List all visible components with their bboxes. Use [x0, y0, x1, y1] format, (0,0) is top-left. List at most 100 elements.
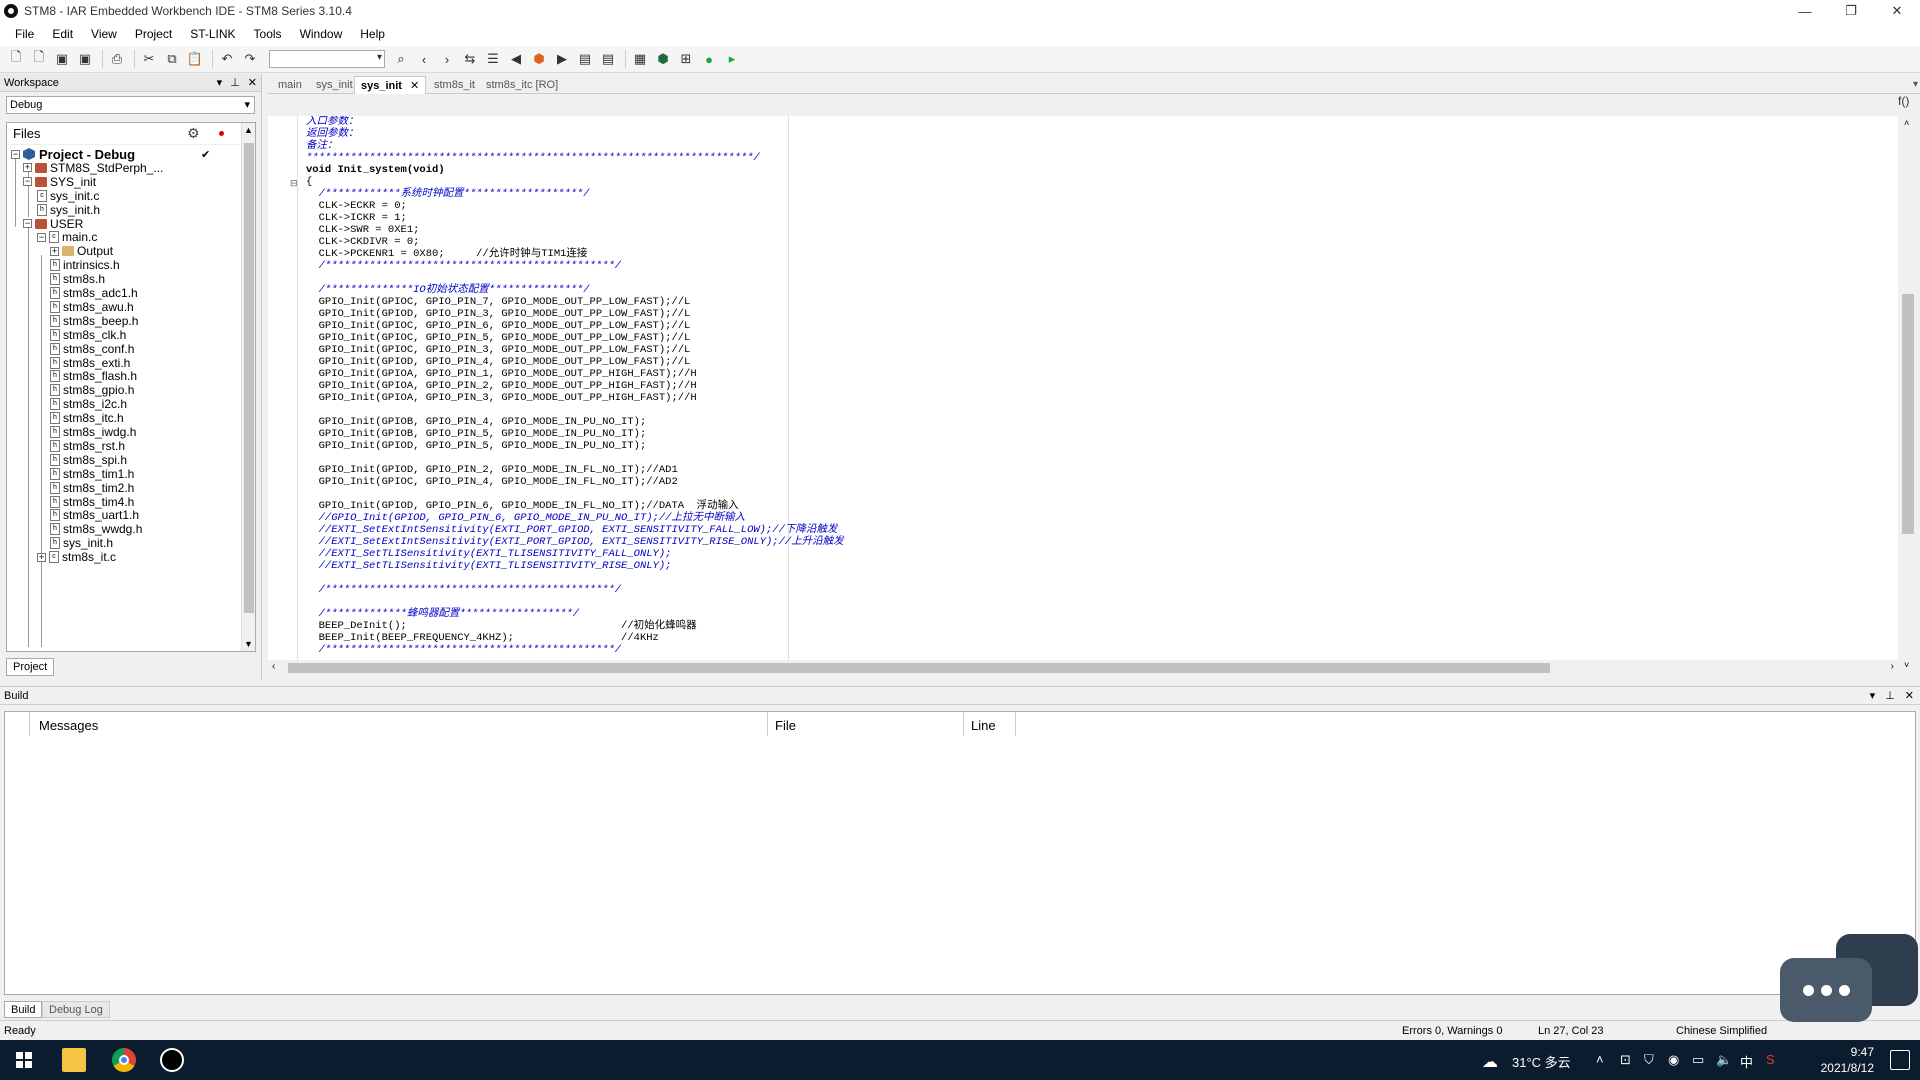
tree-item[interactable]: + STM8S_StdPerph_... — [23, 161, 163, 175]
tab-sys-init[interactable]: sys_init — [310, 76, 359, 94]
paste-icon[interactable]: 📋 — [185, 49, 205, 69]
tree-item[interactable]: h stm8s_tim1.h — [50, 467, 134, 481]
file-explorer-icon[interactable] — [62, 1048, 86, 1072]
sogou-icon[interactable]: S — [1766, 1052, 1775, 1067]
restore-button[interactable]: ❐ — [1828, 0, 1874, 22]
chat-widget[interactable] — [1780, 934, 1920, 1030]
tree-item[interactable]: h stm8s_itc.h — [50, 411, 124, 425]
tab-stm8s-itc[interactable]: stm8s_itc [RO] — [480, 76, 564, 94]
menu-st-link[interactable]: ST-LINK — [181, 22, 244, 46]
function-navigator-icon[interactable]: f() — [1898, 94, 1909, 108]
bookmark-icon[interactable]: ⬢ — [529, 49, 549, 69]
shield-icon[interactable]: ⛉ — [1644, 1052, 1654, 1068]
tree-item[interactable]: h stm8s_iwdg.h — [50, 425, 136, 439]
make-icon[interactable]: ▤ — [598, 49, 618, 69]
menu-view[interactable]: View — [82, 22, 126, 46]
scroll-left-icon[interactable]: ‹ — [272, 661, 275, 672]
tree-item[interactable]: c sys_init.c — [37, 189, 99, 203]
download-debug-icon[interactable]: ● — [699, 49, 719, 69]
clock[interactable]: 9:47 2021/8/12 — [1821, 1044, 1874, 1076]
expand-toggle-icon[interactable]: − — [23, 177, 32, 187]
copy-icon[interactable]: ⧉ — [162, 49, 182, 69]
save-icon[interactable]: ▣ — [52, 49, 72, 69]
menu-help[interactable]: Help — [351, 22, 394, 46]
editor-vertical-scrollbar[interactable]: ˄ ˅ — [1898, 116, 1920, 676]
print-icon[interactable]: ⎙ — [107, 49, 127, 69]
tree-item[interactable]: h stm8s.h — [50, 272, 105, 286]
tree-item[interactable]: h stm8s_rst.h — [50, 439, 125, 453]
minimize-button[interactable]: — — [1782, 0, 1828, 22]
tab-stm8s-it[interactable]: stm8s_it — [428, 76, 481, 94]
tree-item[interactable]: h stm8s_gpio.h — [50, 383, 134, 397]
save-all-icon[interactable]: ▣ — [75, 49, 95, 69]
tree-item[interactable]: h stm8s_uart1.h — [50, 508, 139, 522]
build-icon[interactable]: ▦ — [630, 49, 650, 69]
menu-window[interactable]: Window — [291, 22, 352, 46]
compile-icon[interactable]: ▤ — [575, 49, 595, 69]
tree-item[interactable]: h stm8s_beep.h — [50, 314, 138, 328]
expand-toggle-icon[interactable]: − — [37, 232, 46, 242]
tab-sys-init-active[interactable]: sys_init ✕ — [354, 76, 427, 94]
menu-project[interactable]: Project — [126, 22, 181, 46]
expand-toggle-icon[interactable]: − — [11, 149, 20, 159]
tree-item[interactable]: h stm8s_flash.h — [50, 369, 137, 383]
breakpoint-icon[interactable]: ⊞ — [676, 49, 696, 69]
stop-build-icon[interactable]: ⬢ — [653, 49, 673, 69]
menu-edit[interactable]: Edit — [43, 22, 82, 46]
tree-item[interactable]: h stm8s_conf.h — [50, 342, 134, 356]
redo-icon[interactable]: ↷ — [240, 49, 260, 69]
tab-build[interactable]: Build — [4, 1001, 43, 1018]
dropdown-icon[interactable]: ▾ — [1870, 689, 1876, 702]
notification-icon[interactable] — [1890, 1050, 1910, 1070]
tree-item[interactable]: h stm8s_tim4.h — [50, 495, 134, 509]
config-select[interactable]: Debug — [6, 96, 255, 114]
tray-expand-icon[interactable]: ˄ — [1596, 1052, 1604, 1067]
tree-item[interactable]: h stm8s_i2c.h — [50, 397, 127, 411]
volume-icon[interactable]: 🔈 — [1716, 1052, 1732, 1068]
tree-item[interactable]: − Project - Debug ✔ — [11, 147, 210, 162]
chrome-icon[interactable] — [112, 1048, 136, 1072]
tree-item[interactable]: h stm8s_exti.h — [50, 356, 130, 370]
tree-item[interactable]: h stm8s_spi.h — [50, 453, 127, 467]
dropdown-icon[interactable]: ▾ — [217, 76, 223, 89]
close-tab-icon[interactable]: ✕ — [410, 80, 419, 92]
tab-main[interactable]: main — [272, 76, 308, 94]
display-icon[interactable]: ▭ — [1692, 1052, 1704, 1068]
close-button[interactable]: ✕ — [1874, 0, 1920, 22]
tree-item[interactable]: h stm8s_clk.h — [50, 328, 126, 342]
editor-horizontal-scrollbar[interactable]: ‹ › — [268, 660, 1898, 676]
new-file-icon[interactable]: 🗋 — [6, 49, 26, 69]
tree-item[interactable]: h sys_init.h — [50, 536, 113, 550]
tree-item[interactable]: h intrinsics.h — [50, 258, 120, 272]
column-messages[interactable]: Messages — [39, 718, 98, 733]
expand-toggle-icon[interactable]: + — [23, 163, 32, 173]
tree-item[interactable]: − USER — [23, 217, 83, 231]
scroll-up-icon[interactable]: ˄ — [1904, 118, 1909, 128]
ime-indicator[interactable]: 中 — [1740, 1052, 1753, 1071]
tree-item[interactable]: − c main.c — [37, 230, 97, 244]
nav-forward-icon[interactable]: ▶ — [552, 49, 572, 69]
column-file[interactable]: File — [775, 718, 796, 733]
close-icon[interactable]: ✕ — [1905, 689, 1914, 702]
expand-toggle-icon[interactable]: + — [37, 552, 46, 562]
network-icon[interactable]: ⊡ — [1620, 1052, 1631, 1068]
scroll-down-icon[interactable]: ▼ — [244, 639, 253, 649]
iar-taskbar-icon[interactable] — [160, 1048, 184, 1072]
menu-file[interactable]: File — [6, 22, 43, 46]
pin-icon[interactable]: ⊥ — [230, 76, 240, 89]
expand-toggle-icon[interactable]: − — [23, 219, 32, 228]
code-text[interactable]: 入口参数： 返回参数： 备注： ***************************… — [306, 116, 1886, 660]
tab-debug-log[interactable]: Debug Log — [42, 1001, 110, 1018]
debug-no-download-icon[interactable]: ▸ — [722, 49, 742, 69]
new-doc-icon[interactable]: 🗋 — [29, 49, 49, 69]
column-line[interactable]: Line — [971, 718, 996, 733]
tree-item[interactable]: + c stm8s_it.c — [37, 550, 116, 564]
nav-back-icon[interactable]: ◀ — [506, 49, 526, 69]
gear-icon[interactable]: ⚙ — [187, 125, 200, 142]
chat-bubble-icon[interactable] — [1780, 958, 1872, 1022]
tab-list-icon[interactable]: ▾ — [1913, 76, 1918, 94]
scroll-down-icon[interactable]: ˅ — [1904, 660, 1909, 670]
find-next-icon[interactable]: › — [437, 49, 457, 69]
tree-item[interactable]: h stm8s_tim2.h — [50, 481, 134, 495]
fold-icon[interactable]: ⊟ — [290, 178, 298, 189]
